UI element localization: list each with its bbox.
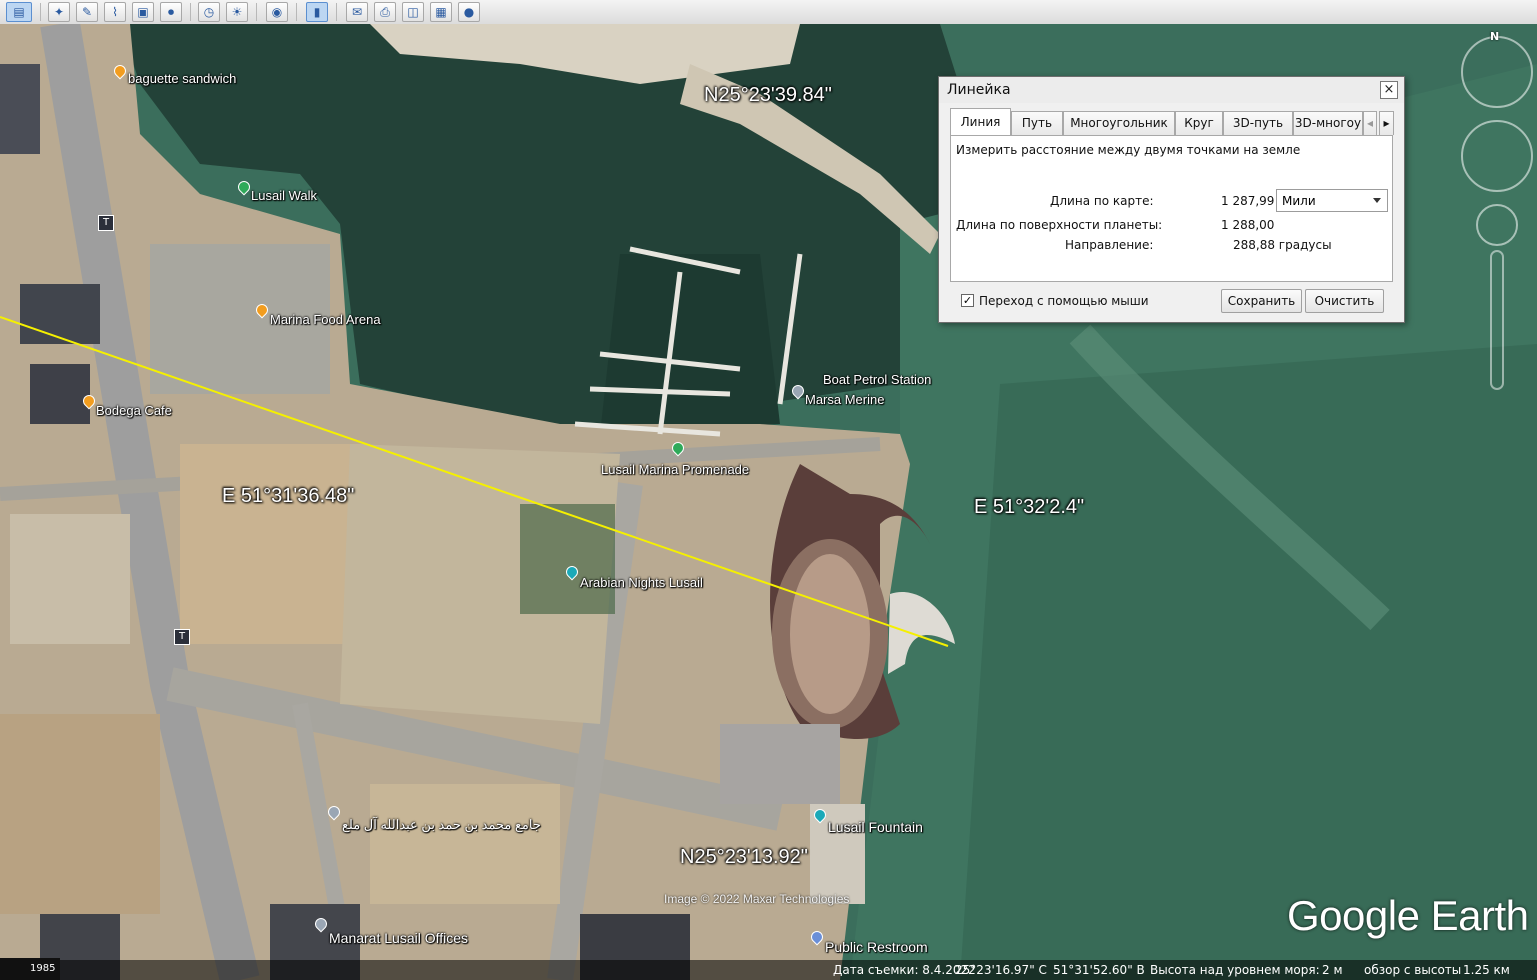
zoom-slider[interactable] (1490, 250, 1504, 390)
transit-station-icon[interactable]: T (98, 215, 114, 231)
tab-3d-polygon[interactable]: 3D-многоу (1293, 111, 1363, 135)
compass-ring[interactable] (1461, 36, 1533, 108)
record-tour-icon[interactable]: ⏺ (160, 2, 182, 22)
status-bar: Дата съемки: 8.4.2022 25°23'16.97" С 51°… (0, 960, 1537, 980)
image-overlay-icon[interactable]: ▣ (132, 2, 154, 22)
sun-icon[interactable]: ☀ (226, 2, 248, 22)
toolbar: ▤ ✦ ✎ ⌇ ▣ ⏺ ◷ ☀ ◉ ▮ ✉ ⎙ ◫ ▦ ● (0, 0, 1537, 25)
save-button[interactable]: Сохранить (1221, 289, 1302, 313)
email-icon[interactable]: ✉ (346, 2, 368, 22)
google-earth-logo: Google Earth (1287, 892, 1529, 939)
mouse-navigation-checkbox[interactable]: ✓ (961, 294, 974, 307)
transit-station-icon[interactable]: T (174, 629, 190, 645)
sidebar-icon[interactable]: ▤ (6, 2, 32, 22)
elevation-value: 2 м (1322, 963, 1343, 977)
map-length-label: Длина по карте: (1050, 194, 1154, 208)
path-icon[interactable]: ⌇ (104, 2, 126, 22)
clear-button[interactable]: Очистить (1305, 289, 1384, 313)
chevron-down-icon (1373, 198, 1381, 203)
print-icon[interactable]: ⎙ (374, 2, 396, 22)
pointer-longitude: 51°31'52.60" В (1053, 963, 1145, 977)
ruler-title: Линейка (947, 82, 1011, 98)
tab-scroll-right-icon[interactable]: ▸ (1379, 111, 1394, 135)
toolbar-separator (336, 3, 337, 21)
map-length-value: 1 287,99 (1221, 194, 1275, 208)
longitude-grid-label-right: E 51°32'2.4" (974, 496, 1085, 518)
view-in-maps-icon[interactable]: ▦ (430, 2, 452, 22)
place-label-arabian-nights[interactable]: Arabian Nights Lusail (580, 575, 703, 590)
place-label-manarat[interactable]: Manarat Lusail Offices (329, 930, 468, 946)
elevation-label: Высота над уровнем моря: (1150, 963, 1320, 977)
place-label-lusail-fountain[interactable]: Lusail Fountain (828, 819, 923, 835)
close-icon[interactable]: × (1380, 81, 1398, 99)
ruler-description: Измерить расстояние между двумя точками … (956, 143, 1301, 157)
place-label-marina-promenade[interactable]: Lusail Marina Promenade (601, 462, 749, 477)
tab-polygon[interactable]: Многоугольник (1063, 111, 1175, 135)
pointer-latitude: 25°23'16.97" С (955, 963, 1047, 977)
place-label-marsa-merine[interactable]: Marsa Merine (805, 392, 884, 407)
tab-scroll-left-icon[interactable]: ◂ (1363, 111, 1377, 135)
polygon-icon[interactable]: ✎ (76, 2, 98, 22)
placemark-icon[interactable]: ✦ (48, 2, 70, 22)
heading-value: 288,88 градусы (1233, 238, 1332, 252)
tab-path[interactable]: Путь (1011, 111, 1063, 135)
tab-line[interactable]: Линия (950, 108, 1011, 136)
historical-imagery-icon[interactable]: ◷ (198, 2, 220, 22)
place-label-marina-food-arena[interactable]: Marina Food Arena (270, 312, 381, 327)
image-credit: Image © 2022 Maxar Technologies (664, 892, 850, 906)
mouse-navigation-label[interactable]: Переход с помощью мыши (979, 294, 1149, 308)
eye-altitude-label: обзор с высоты (1364, 963, 1462, 977)
planets-icon[interactable]: ◉ (266, 2, 288, 22)
place-label-boat-petrol[interactable]: Boat Petrol Station (823, 372, 931, 387)
compass-north-label: N (1490, 30, 1500, 43)
look-joystick[interactable] (1461, 120, 1533, 192)
longitude-grid-label-left: E 51°31'36.48" (222, 485, 355, 507)
tab-3d-path[interactable]: 3D-путь (1223, 111, 1293, 135)
earth-gallery-icon[interactable]: ● (458, 2, 480, 22)
toolbar-separator (256, 3, 257, 21)
heading-label: Направление: (1065, 238, 1154, 252)
historical-imagery-badge[interactable]: 1985 (0, 958, 60, 980)
latitude-grid-label-top: N25°23'39.84" (704, 84, 832, 106)
units-select-value: Мили (1282, 194, 1316, 208)
ruler-titlebar[interactable]: Линейка × (939, 77, 1404, 103)
toolbar-separator (296, 3, 297, 21)
ruler-icon[interactable]: ▮ (306, 2, 328, 22)
toolbar-separator (190, 3, 191, 21)
place-label-public-restroom[interactable]: Public Restroom (825, 939, 928, 955)
ground-length-label: Длина по поверхности планеты: (956, 218, 1163, 232)
place-label-mosque[interactable]: جامع محمد بن حمد بن عبدالله آل ملع (342, 817, 541, 833)
place-label-bodega-cafe[interactable]: Bodega Cafe (96, 403, 172, 418)
place-label-lusail-walk[interactable]: Lusail Walk (251, 188, 317, 203)
eye-altitude-value: 1.25 км (1463, 963, 1510, 977)
historical-year: 1985 (30, 963, 56, 974)
place-label-baguette[interactable]: baguette sandwich (128, 71, 236, 86)
units-select[interactable]: Мили (1276, 189, 1388, 212)
ground-length-value: 1 288,00 (1221, 218, 1275, 232)
toolbar-separator (40, 3, 41, 21)
save-image-icon[interactable]: ◫ (402, 2, 424, 22)
tab-circle[interactable]: Круг (1175, 111, 1223, 135)
move-joystick[interactable] (1476, 204, 1518, 246)
latitude-grid-label-bottom: N25°23'13.92" (680, 846, 808, 868)
ruler-dialog: Линейка × Линия Путь Многоугольник Круг … (938, 76, 1405, 323)
